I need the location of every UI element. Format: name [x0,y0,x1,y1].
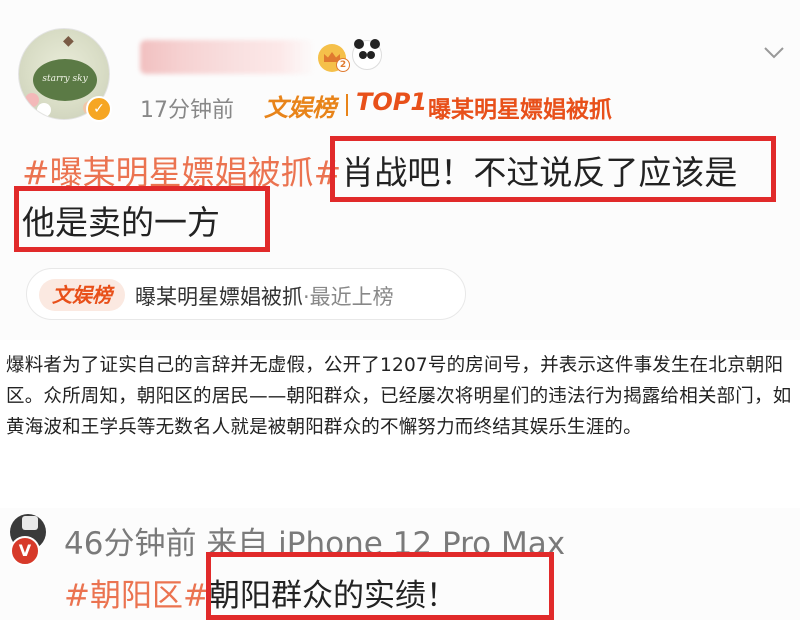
chip-status: ·最近上榜 [303,285,394,309]
verified-badge-icon: ✓ [86,96,112,122]
trend-title[interactable]: 曝某明星嫖娼被抓 [428,90,612,124]
weibo-post-1: starry sky ◆ ✓ 2 17分钟前 文娱榜 TOP1 曝某明星嫖娼被抓… [0,0,800,340]
chevron-down-icon[interactable] [762,40,786,64]
username-blurred[interactable] [140,40,315,74]
article-paragraph: 爆料者为了证实自己的言辞并无虚假，公开了1207号的房间号，并表示这件事发生在北… [6,355,792,438]
trend-chip[interactable]: 文娱榜 曝某明星嫖娼被抓·最近上榜 [26,268,466,320]
verified-badge-icon: V [10,536,40,566]
rank-label[interactable]: TOP1 [356,88,427,116]
highlight-box [206,552,554,620]
panda-icon [352,39,382,70]
chip-label: 曝某明星嫖娼被抓·最近上榜 [135,281,394,311]
highlight-box [330,136,776,202]
chip-title: 曝某明星嫖娼被抓 [135,285,303,309]
avatar-logo-text: starry sky [42,74,88,84]
rank-source-logo[interactable]: 文娱榜 [264,88,336,123]
level-badge: 2 [336,58,350,72]
hashtag-link[interactable]: #朝阳区# [64,578,209,614]
flower-icon [25,93,39,107]
post-time: 17分钟前 [140,98,234,123]
highlight-box [14,186,270,252]
divider [346,94,348,116]
flower-icon [37,103,51,117]
bird-icon: ◆ [63,33,74,49]
chip-logo: 文娱榜 [39,279,125,311]
